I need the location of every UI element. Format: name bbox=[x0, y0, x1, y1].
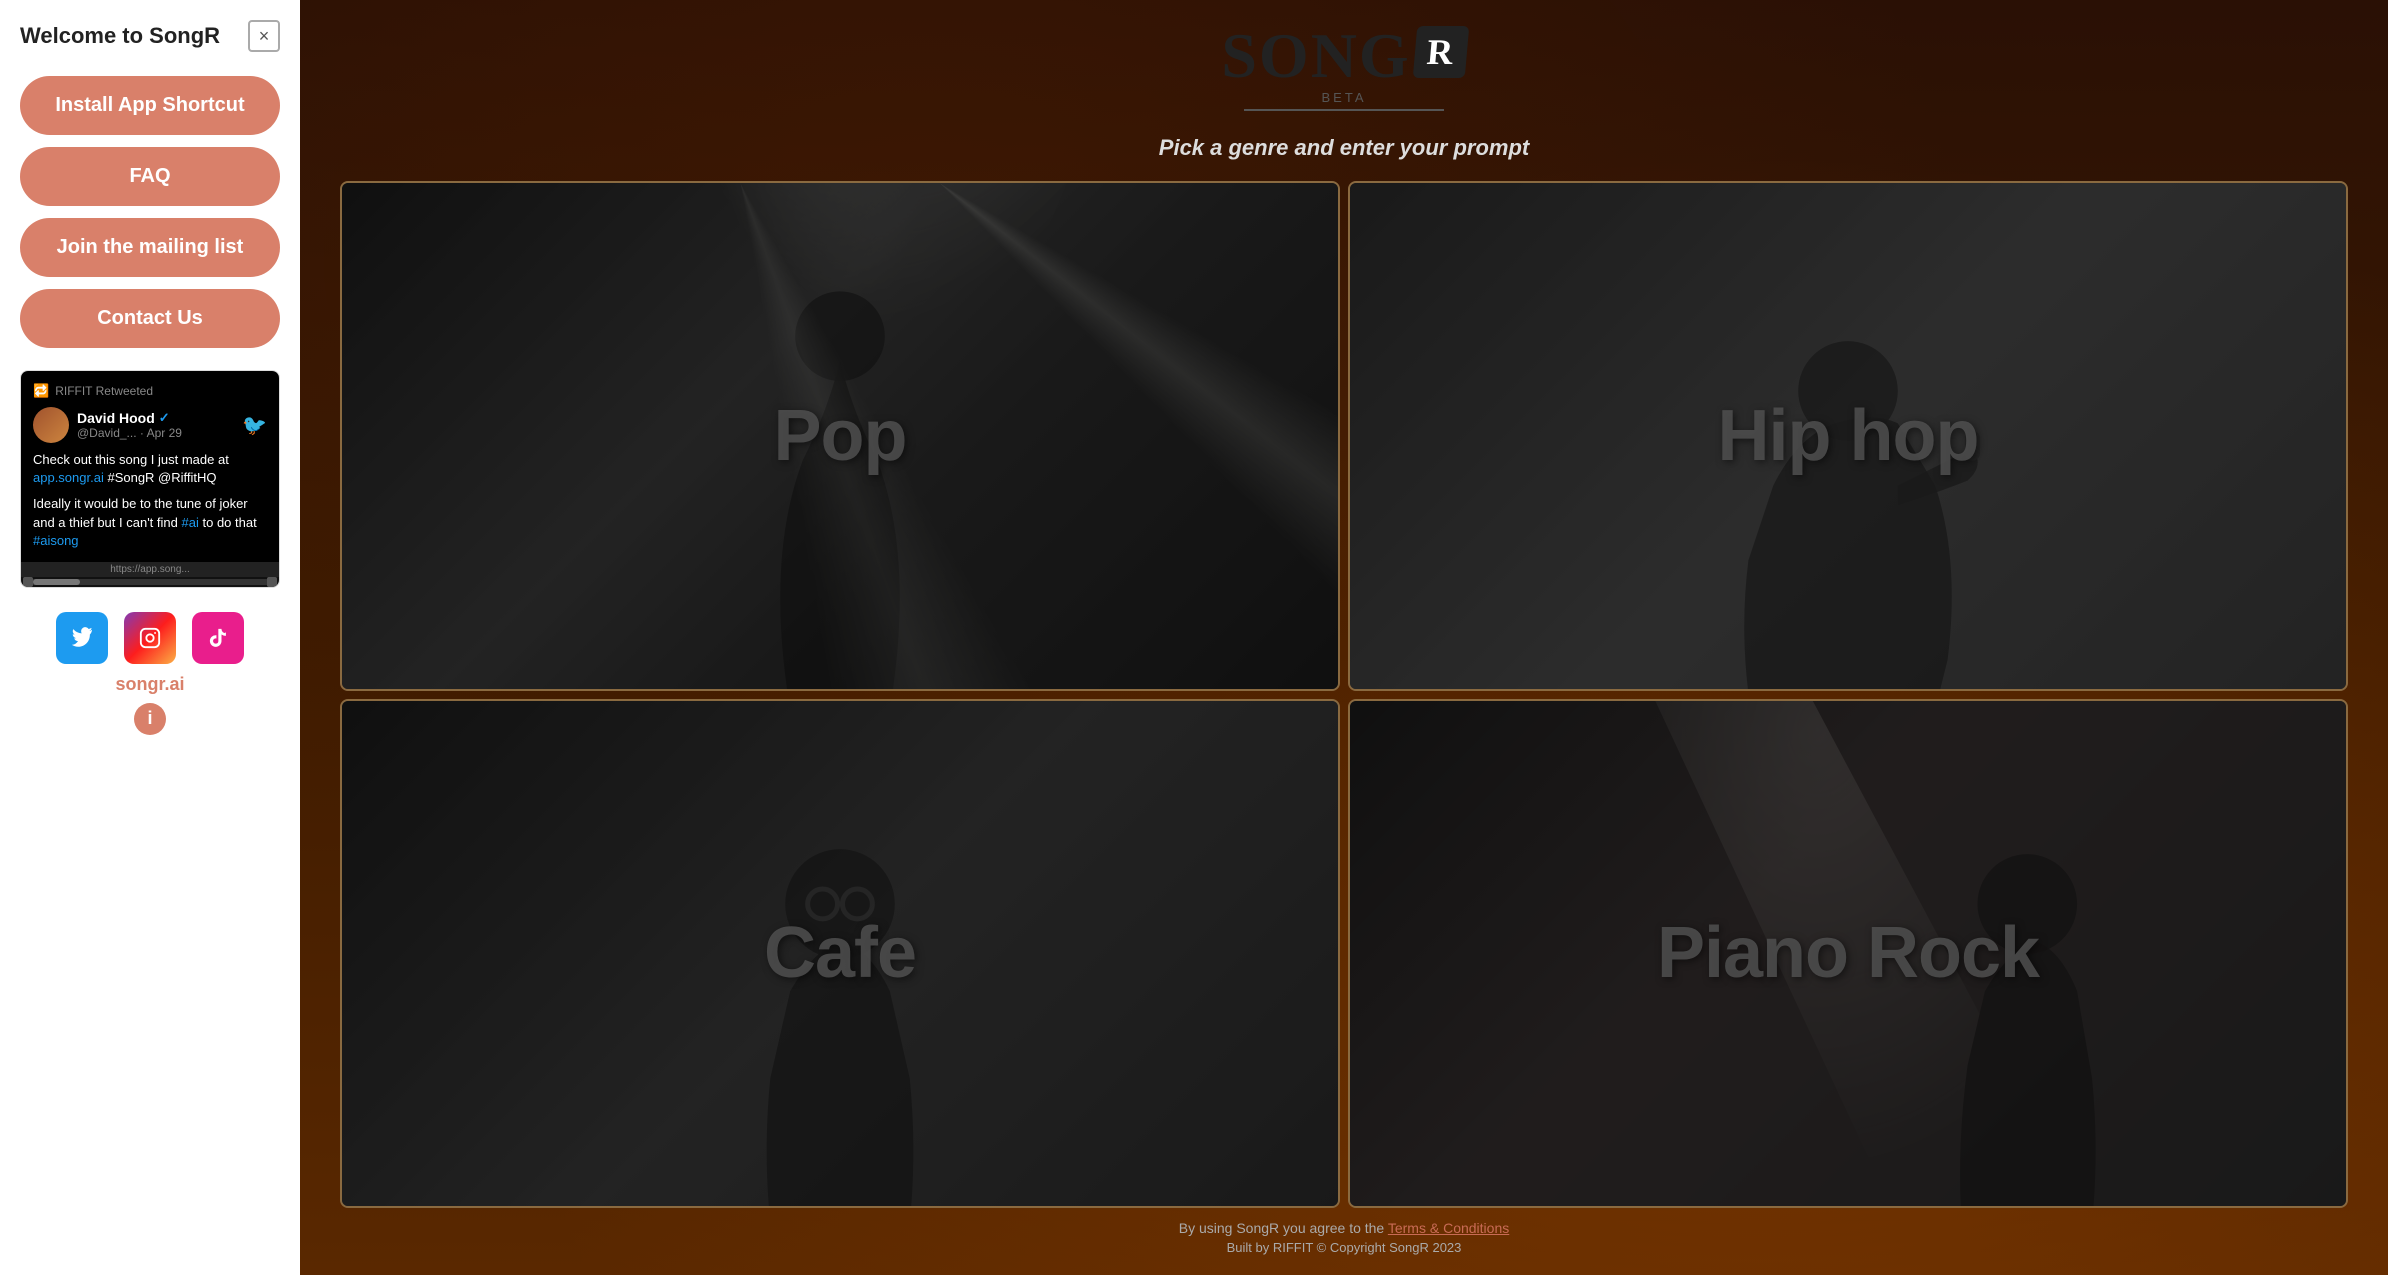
main-content: SONG R BETA Pick a genre and enter your … bbox=[300, 0, 2388, 1275]
tweet-retweet-line: 🔁 RIFFIT Retweeted bbox=[33, 383, 267, 399]
logo-song: SONG bbox=[1221, 24, 1410, 88]
retweet-label: RIFFIT Retweeted bbox=[55, 384, 153, 398]
tweet-text-line1: Check out this song I just made at app.s… bbox=[33, 451, 267, 487]
genre-bg-pianorock bbox=[1350, 701, 2346, 1207]
retweet-icon: 🔁 bbox=[33, 383, 49, 399]
tweet-link3[interactable]: #aisong bbox=[33, 533, 79, 548]
tweet-username: David Hood ✓ bbox=[77, 410, 242, 426]
tweet-handle: @David_... bbox=[77, 426, 137, 440]
tweet-hashtags1: #SongR @RiffitHQ bbox=[107, 470, 216, 485]
genre-bg-hiphop bbox=[1350, 183, 2346, 689]
close-button[interactable]: × bbox=[248, 20, 280, 52]
tweet-user-row: David Hood ✓ @David_... · Apr 29 🐦 bbox=[33, 407, 267, 443]
terms-link[interactable]: Terms & Conditions bbox=[1388, 1220, 1509, 1236]
scroll-track bbox=[33, 579, 267, 585]
tweet-body: Check out this song I just made at app.s… bbox=[33, 451, 267, 550]
genre-bg-pop bbox=[342, 183, 1338, 689]
genre-grid: Pop Hip hop bbox=[340, 181, 2348, 1208]
footer-prefix: By using SongR you agree to the bbox=[1179, 1220, 1388, 1236]
sidebar-header: Welcome to SongR × bbox=[20, 20, 280, 52]
tweet-url-bar: https://app.song... bbox=[21, 562, 279, 577]
genre-card-cafe[interactable]: Cafe bbox=[340, 699, 1340, 1209]
sidebar-title: Welcome to SongR bbox=[20, 23, 220, 49]
footer: By using SongR you agree to the Terms & … bbox=[1179, 1220, 1510, 1255]
genre-bg-cafe bbox=[342, 701, 1338, 1207]
tweet-handle-date: @David_... · Apr 29 bbox=[77, 426, 242, 440]
social-icons bbox=[56, 612, 244, 664]
twitter-bird-icon: 🐦 bbox=[242, 413, 267, 438]
scroll-left-button[interactable] bbox=[23, 577, 33, 587]
install-app-button[interactable]: Install App Shortcut bbox=[20, 76, 280, 135]
tweet-link[interactable]: app.songr.ai bbox=[33, 470, 104, 485]
tweet-avatar bbox=[33, 407, 69, 443]
genre-card-pop[interactable]: Pop bbox=[340, 181, 1340, 691]
genre-card-pianorock[interactable]: Piano Rock bbox=[1348, 699, 2348, 1209]
contact-us-button[interactable]: Contact Us bbox=[20, 289, 280, 348]
info-icon[interactable]: i bbox=[134, 703, 166, 735]
instagram-button[interactable] bbox=[124, 612, 176, 664]
logo: SONG R bbox=[1221, 24, 1466, 88]
genre-card-hiphop[interactable]: Hip hop bbox=[1348, 181, 2348, 691]
tweet-date: Apr 29 bbox=[147, 426, 182, 440]
tiktok-button[interactable] bbox=[192, 612, 244, 664]
tweet-name: David Hood bbox=[77, 410, 155, 426]
verified-icon: ✓ bbox=[159, 410, 170, 426]
tweet-embed: 🔁 RIFFIT Retweeted David Hood ✓ @David_.… bbox=[20, 370, 280, 588]
sidebar: Welcome to SongR × Install App Shortcut … bbox=[0, 0, 300, 1275]
mailing-list-button[interactable]: Join the mailing list bbox=[20, 218, 280, 277]
scroll-right-button[interactable] bbox=[267, 577, 277, 587]
tweet-link2[interactable]: #ai bbox=[182, 515, 199, 530]
footer-line1: By using SongR you agree to the Terms & … bbox=[1179, 1220, 1510, 1236]
faq-button[interactable]: FAQ bbox=[20, 147, 280, 206]
scroll-thumb bbox=[33, 579, 80, 585]
tweet-scrollbar[interactable] bbox=[21, 577, 279, 587]
tweet-text-line2: Ideally it would be to the tune of joker… bbox=[33, 495, 267, 550]
songr-site-link[interactable]: songr.ai bbox=[115, 674, 184, 695]
tweet-user-info: David Hood ✓ @David_... · Apr 29 bbox=[77, 410, 242, 440]
beta-badge: BETA bbox=[1322, 90, 1367, 105]
tweet-inner: 🔁 RIFFIT Retweeted David Hood ✓ @David_.… bbox=[21, 371, 279, 562]
logo-area: SONG R BETA bbox=[1221, 24, 1466, 119]
logo-underline bbox=[1244, 109, 1444, 111]
tagline: Pick a genre and enter your prompt bbox=[1159, 135, 1529, 161]
twitter-button[interactable] bbox=[56, 612, 108, 664]
footer-line2: Built by RIFFIT © Copyright SongR 2023 bbox=[1179, 1240, 1510, 1255]
logo-r-badge: R bbox=[1412, 26, 1469, 78]
